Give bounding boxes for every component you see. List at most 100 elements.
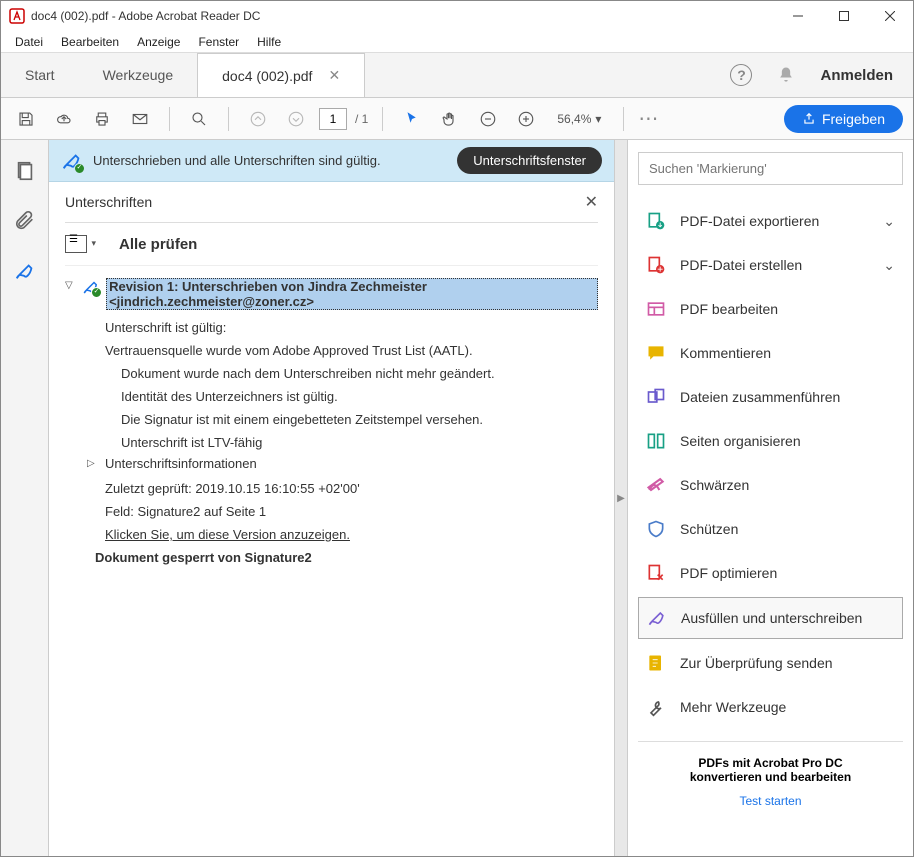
promo-line1: PDFs mit Acrobat Pro DC	[642, 756, 899, 770]
sig-detail: Identität des Unterzeichners ist gültig.	[121, 385, 598, 408]
menu-window[interactable]: Fenster	[190, 33, 247, 51]
pointer-icon[interactable]	[397, 104, 427, 134]
save-icon[interactable]	[11, 104, 41, 134]
tab-document[interactable]: doc4 (002).pdf ✕	[197, 53, 365, 97]
maximize-button[interactable]	[821, 1, 867, 31]
revision-label[interactable]: Revision 1: Unterschrieben von Jindra Ze…	[106, 278, 598, 310]
shield-icon	[646, 519, 666, 539]
chevron-down-icon[interactable]: ⌄	[883, 257, 895, 274]
options-icon[interactable]: ☰▾	[65, 235, 87, 253]
thumbnails-icon[interactable]	[14, 160, 36, 182]
page-input[interactable]	[319, 108, 347, 130]
sig-detail: Feld: Signature2 auf Seite 1	[105, 500, 598, 523]
sig-detail: Die Signatur ist mit einem eingebetteten…	[121, 408, 598, 431]
zoom-in-icon[interactable]	[511, 104, 541, 134]
minimize-button[interactable]	[775, 1, 821, 31]
tool-edit-pdf[interactable]: PDF bearbeiten	[638, 289, 903, 329]
sig-info-label[interactable]: Unterschriftsinformationen	[105, 456, 257, 471]
tools-search-input[interactable]	[638, 152, 903, 185]
chevron-right-icon[interactable]: ▷	[87, 456, 99, 469]
share-button[interactable]: Freigeben	[784, 105, 903, 133]
tab-start[interactable]: Start	[1, 53, 79, 97]
cloud-icon[interactable]	[49, 104, 79, 134]
tools-panel: PDF-Datei exportieren⌄ PDF-Datei erstell…	[628, 140, 913, 856]
panel-close-icon[interactable]: ✕	[585, 192, 598, 212]
tool-label: Kommentieren	[680, 345, 771, 361]
bell-icon[interactable]	[776, 65, 796, 85]
menu-edit[interactable]: Bearbeiten	[53, 33, 127, 51]
left-nav	[1, 140, 49, 856]
tool-more[interactable]: Mehr Werkzeuge	[638, 687, 903, 727]
signature-panel-button[interactable]: Unterschriftsfenster	[457, 147, 602, 174]
menu-file[interactable]: Datei	[7, 33, 51, 51]
mail-icon[interactable]	[125, 104, 155, 134]
page-down-icon[interactable]	[281, 104, 311, 134]
send-review-icon	[646, 653, 666, 673]
share-label: Freigeben	[822, 111, 885, 127]
print-icon[interactable]	[87, 104, 117, 134]
zoom-select[interactable]: 56,4% ▾	[549, 110, 609, 128]
more-icon[interactable]: ⋯	[638, 106, 660, 131]
signature-valid-icon	[82, 278, 100, 296]
signature-status-bar: Unterschrieben und alle Unterschriften s…	[49, 140, 614, 182]
tool-optimize[interactable]: PDF optimieren	[638, 553, 903, 593]
help-icon[interactable]: ?	[730, 64, 752, 86]
tool-redact[interactable]: Schwärzen	[638, 465, 903, 505]
sig-detail: Vertrauensquelle wurde vom Adobe Approve…	[105, 339, 598, 362]
tool-label: Ausfüllen und unterschreiben	[681, 610, 862, 626]
tool-organize[interactable]: Seiten organisieren	[638, 421, 903, 461]
chevron-down-icon[interactable]: ⌄	[883, 213, 895, 230]
tool-combine[interactable]: Dateien zusammenführen	[638, 377, 903, 417]
tool-label: PDF bearbeiten	[680, 301, 778, 317]
panel-collapse-handle[interactable]: ▶	[614, 140, 628, 856]
panel-title: Unterschriften	[65, 194, 585, 210]
signature-status-text: Unterschrieben und alle Unterschriften s…	[93, 153, 447, 168]
menu-help[interactable]: Hilfe	[249, 33, 289, 51]
sig-detail: Unterschrift ist LTV-fähig	[121, 431, 598, 454]
redact-icon	[646, 475, 666, 495]
tool-create-pdf[interactable]: PDF-Datei erstellen⌄	[638, 245, 903, 285]
menu-view[interactable]: Anzeige	[129, 33, 188, 51]
show-version-link[interactable]: Klicken Sie, um diese Version anzuzeigen…	[105, 523, 598, 546]
export-pdf-icon	[646, 211, 666, 231]
tab-start-label: Start	[25, 67, 55, 83]
page-up-icon[interactable]	[243, 104, 273, 134]
edit-pdf-icon	[646, 299, 666, 319]
sig-detail: Dokument wurde nach dem Unterschreiben n…	[121, 362, 598, 385]
sig-detail: Zuletzt geprüft: 2019.10.15 16:10:55 +02…	[105, 477, 598, 500]
comment-icon	[646, 343, 666, 363]
tab-close-icon[interactable]: ✕	[328, 67, 340, 84]
tool-export-pdf[interactable]: PDF-Datei exportieren⌄	[638, 201, 903, 241]
signatures-icon[interactable]	[14, 260, 36, 282]
attachments-icon[interactable]	[14, 210, 36, 232]
tab-tools-label: Werkzeuge	[103, 67, 174, 83]
chevron-down-icon: ▾	[595, 112, 601, 126]
chevron-down-icon[interactable]: ▽	[65, 278, 76, 291]
tool-protect[interactable]: Schützen	[638, 509, 903, 549]
promo-line2: konvertieren und bearbeiten	[642, 770, 899, 784]
organize-icon	[646, 431, 666, 451]
tool-fill-sign[interactable]: Ausfüllen und unterschreiben	[638, 597, 903, 639]
promo-link[interactable]: Test starten	[642, 794, 899, 808]
tab-document-label: doc4 (002).pdf	[222, 68, 312, 84]
wrench-icon	[646, 697, 666, 717]
check-all-label[interactable]: Alle prüfen	[119, 236, 197, 253]
menu-bar: Datei Bearbeiten Anzeige Fenster Hilfe	[1, 31, 913, 53]
combine-icon	[646, 387, 666, 407]
toolbar: / 1 56,4% ▾ ⋯ Freigeben	[1, 98, 913, 140]
doc-locked-label: Dokument gesperrt von Signature2	[95, 546, 598, 569]
promo-box: PDFs mit Acrobat Pro DC konvertieren und…	[638, 741, 903, 822]
hand-icon[interactable]	[435, 104, 465, 134]
signin-button[interactable]: Anmelden	[820, 67, 893, 84]
tool-label: PDF optimieren	[680, 565, 777, 581]
close-button[interactable]	[867, 1, 913, 31]
zoom-out-icon[interactable]	[473, 104, 503, 134]
tool-comment[interactable]: Kommentieren	[638, 333, 903, 373]
tool-send-review[interactable]: Zur Überprüfung senden	[638, 643, 903, 683]
fill-sign-icon	[647, 608, 667, 628]
search-icon[interactable]	[184, 104, 214, 134]
tab-tools[interactable]: Werkzeuge	[79, 53, 198, 97]
tool-label: Dateien zusammenführen	[680, 389, 840, 405]
tool-label: Seiten organisieren	[680, 433, 801, 449]
tool-label: Schützen	[680, 521, 738, 537]
